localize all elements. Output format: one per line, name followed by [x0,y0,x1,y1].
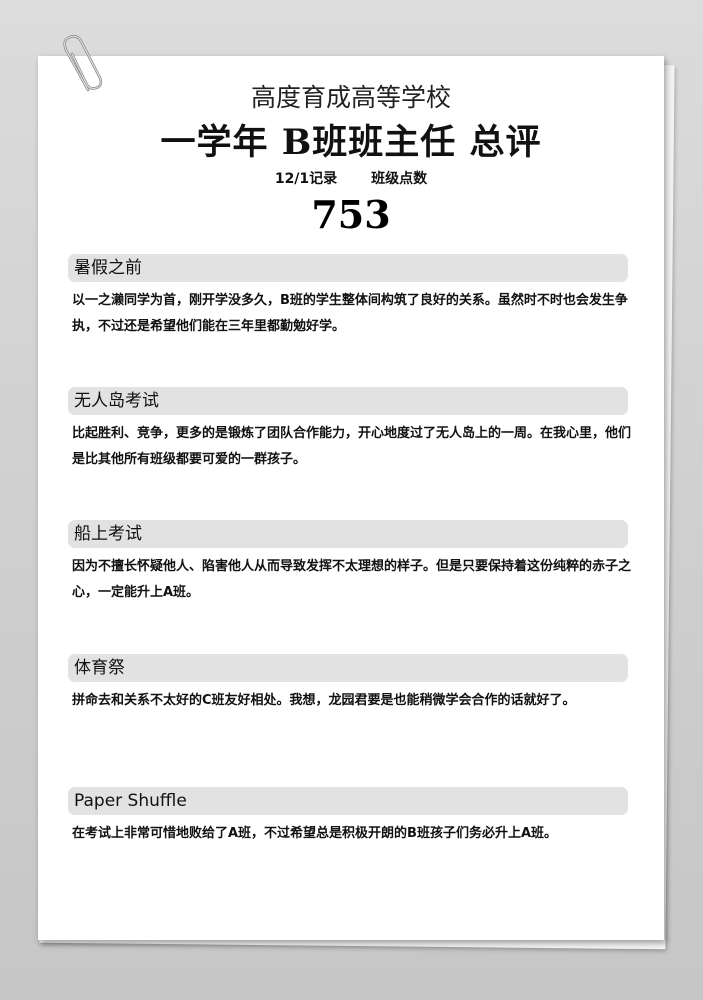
section-body: 因为不擅长怀疑他人、陷害他人从而导致发挥不太理想的样子。但是只要保持着这份纯粹的… [72,559,632,600]
paperclip-icon [63,34,103,92]
section-heading: 船上考试 [68,520,628,548]
section-heading: 暑假之前 [68,254,628,282]
section-body: 在考试上非常可惜地败给了A班，不过希望总是积极开朗的B班孩子们务必升上A班。 [72,826,558,841]
class-points-value: 753 [311,192,391,237]
section-heading: 体育祭 [68,654,628,682]
section-heading: Paper Shuffle [68,787,628,815]
record-line: 12/1记录 班级点数 [38,168,664,188]
record-label: 12/1记录 [274,171,338,187]
section-sports-festival: 体育祭 拼命去和关系不太好的C班友好相处。我想，龙园君要是也能稍微学会合作的话就… [68,654,628,714]
section-body: 拼命去和关系不太好的C班友好相处。我想，龙园君要是也能稍微学会合作的话就好了。 [72,693,576,708]
document-sheet: 高度育成高等学校 一学年 B班班主任 总评 12/1记录 班级点数 753 暑假之… [38,56,664,940]
document-title: 一学年 B班班主任 总评 [160,122,542,163]
section-body: 比起胜利、竞争，更多的是锻炼了团队合作能力，开心地度过了无人岛上的一周。在我心里… [72,426,632,467]
section-island-exam: 无人岛考试 比起胜利、竞争，更多的是锻炼了团队合作能力，开心地度过了无人岛上的一… [68,387,631,473]
school-name: 高度育成高等学校 [250,83,451,112]
section-ship-exam: 船上考试 因为不擅长怀疑他人、陷害他人从而导致发挥不太理想的样子。但是只要保持着… [68,520,631,606]
section-heading: 无人岛考试 [68,387,628,415]
points-label: 班级点数 [371,171,428,187]
section-paper-shuffle: Paper Shuffle 在考试上非常可惜地败给了A班，不过希望总是积极开朗的… [68,787,628,847]
section-body: 以一之濑同学为首，刚开学没多久，B班的学生整体间构筑了良好的关系。虽然时不时也会… [72,293,628,334]
section-before-summer: 暑假之前 以一之濑同学为首，刚开学没多久，B班的学生整体间构筑了良好的关系。虽然… [68,254,628,340]
